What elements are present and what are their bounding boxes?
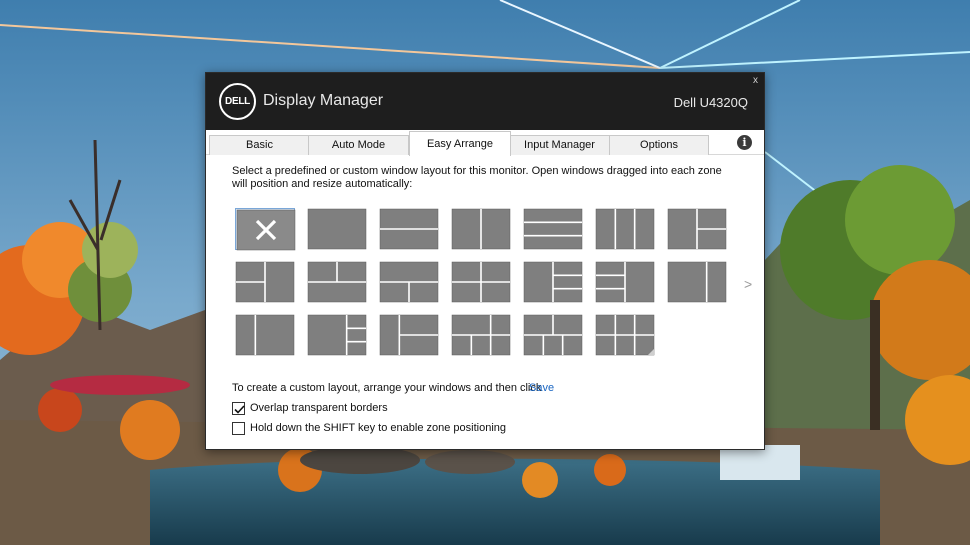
app-title: Display Manager bbox=[263, 92, 384, 109]
layout-left-half-right-split[interactable] bbox=[667, 208, 727, 250]
layout-split-grid-thumbnail bbox=[523, 314, 583, 356]
layout-three-rows[interactable] bbox=[523, 208, 583, 250]
close-icon[interactable]: x bbox=[753, 75, 758, 86]
layout-left-right[interactable] bbox=[451, 208, 511, 250]
tab-auto-mode[interactable]: Auto Mode bbox=[308, 135, 409, 155]
layout-left-three-rows-right-half-thumbnail bbox=[595, 261, 655, 303]
layout-six-grid-thumbnail bbox=[595, 314, 655, 356]
tab-input-manager[interactable]: Input Manager bbox=[509, 135, 610, 155]
layout-left-wide-right-split-thumbnail bbox=[307, 314, 367, 356]
layout-top-split-bottom-half[interactable] bbox=[307, 261, 367, 303]
layout-left-narrow-right-split-thumbnail bbox=[379, 314, 439, 356]
layout-left-narrow-right-wide[interactable] bbox=[235, 314, 295, 356]
layout-three-columns-thumbnail bbox=[595, 208, 655, 250]
save-link[interactable]: Save bbox=[529, 382, 554, 394]
layout-left-narrow-right-split[interactable] bbox=[379, 314, 439, 356]
layout-left-split-right-half[interactable] bbox=[235, 261, 295, 303]
tab-bar: Basic Auto Mode Easy Arrange Input Manag… bbox=[206, 130, 764, 156]
dell-logo: DELL bbox=[219, 83, 256, 120]
layout-left-three-rows-right-half[interactable] bbox=[595, 261, 655, 303]
layout-left-half-right-split-thumbnail bbox=[667, 208, 727, 250]
tab-easy-arrange[interactable]: Easy Arrange bbox=[409, 131, 511, 156]
layout-top-half-bottom-split-thumbnail bbox=[379, 261, 439, 303]
layout-none-thumbnail bbox=[236, 209, 296, 251]
layout-wide-grid-thumbnail bbox=[451, 314, 511, 356]
layout-left-split-right-half-thumbnail bbox=[235, 261, 295, 303]
layout-full[interactable] bbox=[307, 208, 367, 250]
layout-none[interactable] bbox=[235, 208, 296, 251]
layout-left-half-right-three-rows-thumbnail bbox=[523, 261, 583, 303]
layout-top-bottom[interactable] bbox=[379, 208, 439, 250]
layout-left-narrow-right-wide-thumbnail bbox=[235, 314, 295, 356]
layout-split-grid[interactable] bbox=[523, 314, 583, 356]
tab-basic[interactable]: Basic bbox=[209, 135, 310, 155]
layout-top-split-bottom-half-thumbnail bbox=[307, 261, 367, 303]
layout-left-right-thumbnail bbox=[451, 208, 511, 250]
layout-top-half-bottom-split[interactable] bbox=[379, 261, 439, 303]
title-bar: DELL Display Manager Dell U4320Q x bbox=[206, 73, 764, 130]
layout-wide-grid[interactable] bbox=[451, 314, 511, 356]
layout-four-quadrants-thumbnail bbox=[451, 261, 511, 303]
shift-key-label: Hold down the SHIFT key to enable zone p… bbox=[250, 422, 507, 434]
checkmark-icon bbox=[234, 405, 245, 414]
layout-full-thumbnail bbox=[307, 208, 367, 250]
layout-left-half-right-three-rows[interactable] bbox=[523, 261, 583, 303]
tab-options[interactable]: Options bbox=[609, 135, 709, 155]
overlap-borders-label: Overlap transparent borders bbox=[250, 402, 388, 414]
layout-four-quadrants[interactable] bbox=[451, 261, 511, 303]
layout-left-wide-right-split[interactable] bbox=[307, 314, 367, 356]
layout-left-wide-right-narrow[interactable] bbox=[667, 261, 727, 303]
shift-key-checkbox[interactable] bbox=[232, 422, 245, 435]
display-manager-window: DELL Display Manager Dell U4320Q x Basic… bbox=[205, 72, 765, 450]
layout-description: Select a predefined or custom window lay… bbox=[232, 165, 722, 190]
layout-left-wide-right-narrow-thumbnail bbox=[667, 261, 727, 303]
monitor-name: Dell U4320Q bbox=[673, 95, 748, 110]
layout-top-bottom-thumbnail bbox=[379, 208, 439, 250]
overlap-borders-checkbox[interactable] bbox=[232, 402, 245, 415]
next-page-arrow-icon[interactable]: > bbox=[744, 276, 752, 292]
layout-three-columns[interactable] bbox=[595, 208, 655, 250]
custom-layout-instructions: To create a custom layout, arrange your … bbox=[232, 382, 542, 394]
layout-three-rows-thumbnail bbox=[523, 208, 583, 250]
info-icon[interactable]: i bbox=[737, 135, 752, 150]
layout-six-grid[interactable] bbox=[595, 314, 655, 356]
